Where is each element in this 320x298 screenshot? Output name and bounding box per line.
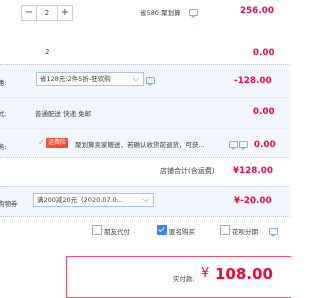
check-icon: ✓ (38, 138, 45, 147)
quantity-stepper[interactable]: − 2 + (21, 5, 73, 21)
chevron-down-icon: ⌵ (142, 195, 149, 204)
coupon-select[interactable]: 满200减20元（2020.07.0... ⌵ (33, 193, 154, 207)
service-text: 聚划算卖家赠送，若确认收货前退货，可获... (75, 141, 205, 149)
shipping-label: 式: (0, 110, 7, 118)
shipping-amount: 0.00 (253, 107, 275, 117)
store-total-label: 店铺合计(含运费) (160, 167, 215, 175)
coupon-selected-value: 满200减20元（2020.07.0... (37, 196, 123, 204)
friend-pay-label[interactable]: 朋友代付 (104, 226, 130, 236)
service-label: 务: (0, 143, 7, 151)
coupon-amount: ¥-20.00 (234, 196, 272, 206)
promo-selected-value: 省128元:2件5折-狂欢购 (40, 75, 111, 83)
chat-icon[interactable] (146, 77, 155, 86)
chat-icon[interactable] (229, 141, 238, 150)
payment-amount: 108.00 (215, 265, 273, 283)
item-subtotal: 256.00 (240, 6, 275, 16)
promo-label: 惠: (0, 79, 7, 87)
anonymous-checkbox[interactable] (157, 225, 167, 235)
chat-icon[interactable] (269, 228, 278, 237)
chevron-down-icon: ⌵ (132, 74, 139, 83)
payment-currency: ¥ (201, 266, 210, 281)
installment-label[interactable]: 花呗分期 (232, 226, 258, 236)
installment-checkbox[interactable] (220, 225, 230, 235)
promo-amount: -128.00 (234, 76, 272, 86)
service-amount: 0.00 (254, 140, 276, 150)
shipping-method: 普通配送 快递 免邮 (35, 110, 92, 118)
increase-button[interactable]: + (58, 6, 72, 20)
chat-icon[interactable] (189, 9, 198, 18)
chat-icon[interactable] (239, 141, 248, 150)
store-total-amount: ¥128.00 (233, 166, 274, 176)
item2-subtotal: 0.00 (253, 48, 275, 58)
promo-select[interactable]: 省128元:2件5折-狂欢购 ⌵ (36, 72, 144, 86)
item2-quantity: 2 (45, 48, 50, 56)
anonymous-label[interactable]: 匿名购买 (169, 226, 195, 236)
quantity-input[interactable]: 2 (36, 6, 58, 20)
savings-note: 省580:聚划算 (140, 9, 181, 17)
payment-label: 实付款: (173, 275, 195, 283)
decrease-button[interactable]: − (22, 6, 36, 20)
shipping-insurance-tag: 运费险 (46, 138, 69, 148)
coupon-label: 购物券 (0, 200, 18, 208)
friend-pay-checkbox[interactable] (92, 225, 102, 235)
